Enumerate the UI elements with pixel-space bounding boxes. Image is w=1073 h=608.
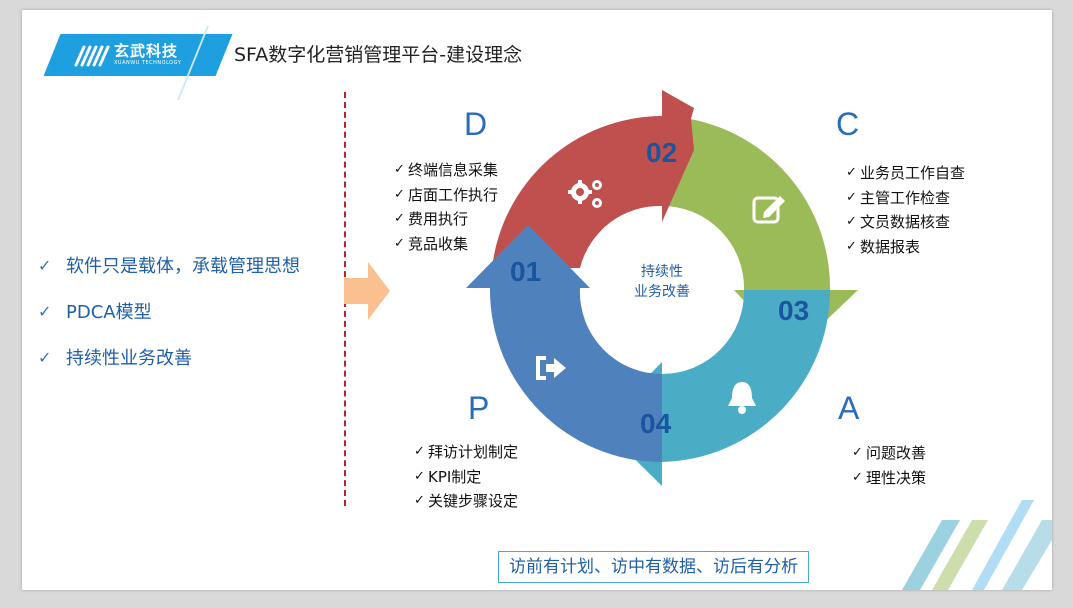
list-item-text: 费用执行 [408,210,469,228]
list-c: ✓ 业务员工作自查 ✓ 主管工作检查 ✓ 文员数据核查 ✓ 数据报表 [846,161,965,259]
check-icon: ✓ [852,445,863,460]
center-line-1: 持续性 [641,264,683,280]
list-item-text: 终端信息采集 [408,161,499,179]
list-item: ✓ 文员数据核查 [846,210,965,235]
list-item: ✓ 费用执行 [394,207,498,232]
list-item: ✓ 关键步骤设定 [414,489,518,514]
list-item-text: 数据报表 [860,237,921,256]
list-item-text: 店面工作执行 [408,185,499,204]
check-icon: ✓ [846,238,857,254]
list-item: ✓ KPI制定 [414,465,518,490]
step-number-04: 04 [640,408,672,439]
list-item: ✓ 问题改善 [852,441,926,466]
cycle-center-label: 持续性 业务改善 [607,262,717,302]
list-item: ✓ 店面工作执行 [394,183,498,208]
slide: 玄武科技 XUANWU TECHNOLOGY SFA数字化营销管理平台-建设理念… [22,10,1052,590]
list-item-text: KPI制定 [428,467,482,486]
list-item: ✓ 业务员工作自查 [846,161,965,186]
tagline-box: 访前有计划、访中有数据、访后有分析 [498,551,809,583]
check-icon: ✓ [414,468,425,484]
check-icon: ✓ [394,211,405,226]
check-icon: ✓ [852,469,863,485]
label-a: A [838,390,860,426]
check-icon: ✓ [846,165,857,180]
list-p: ✓ 拜访计划制定 ✓ KPI制定 ✓ 关键步骤设定 [414,440,518,514]
list-item: ✓ 终端信息采集 [394,158,498,183]
list-d: ✓ 终端信息采集 ✓ 店面工作执行 ✓ 费用执行 ✓ 竞品收集 [394,158,498,256]
list-item-text: 文员数据核查 [860,213,951,231]
center-line-2: 业务改善 [634,284,690,300]
list-item-text: 问题改善 [866,444,927,462]
check-icon: ✓ [394,162,405,177]
check-icon: ✓ [414,444,425,459]
list-item-text: 竞品收集 [408,234,469,253]
step-number-03: 03 [778,295,810,326]
list-item: ✓ 拜访计划制定 [414,440,518,465]
label-p: P [468,390,490,426]
check-icon: ✓ [414,493,425,508]
check-icon: ✓ [846,214,857,229]
list-item: ✓ 数据报表 [846,235,965,260]
list-item: ✓ 竞品收集 [394,232,498,257]
list-item: ✓ 主管工作检查 [846,186,965,211]
list-item-text: 主管工作检查 [860,188,951,207]
list-item-text: 拜访计划制定 [428,443,519,461]
check-icon: ✓ [846,189,857,205]
decorative-stripes [902,500,1052,590]
check-icon: ✓ [394,235,405,251]
step-number-01: 01 [510,256,542,287]
list-item-text: 关键步骤设定 [428,492,519,510]
list-item-text: 业务员工作自查 [860,164,966,182]
label-c: C [836,106,860,142]
check-icon: ✓ [394,186,405,202]
label-d: D [464,106,488,142]
step-number-02: 02 [646,137,678,168]
